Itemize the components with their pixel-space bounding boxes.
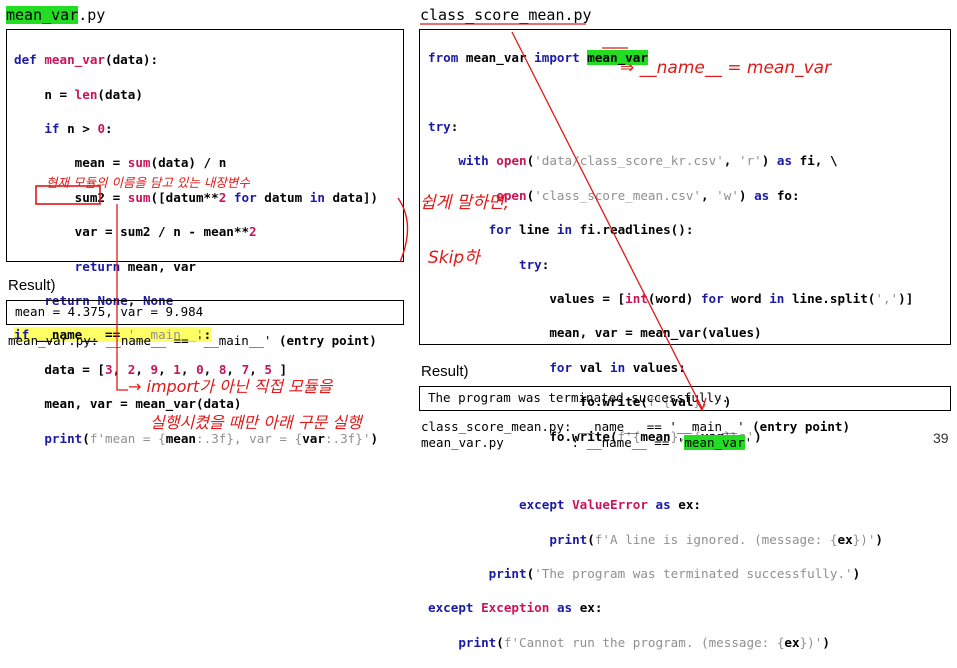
annotation-skip: Skip하: [428, 248, 480, 268]
left-result-box: mean = 4.375, var = 9.984: [6, 300, 404, 325]
annotation-current-module: 현재 모듈의 이름을 담고 있는 내장변수: [46, 175, 250, 190]
right-result-box: The program was terminated successfully.: [419, 386, 951, 411]
left-result-label: Result): [8, 277, 56, 294]
right-result-label: Result): [421, 363, 469, 380]
annotation-simply-put: 쉽게 말하면,: [420, 193, 510, 213]
right-code: from mean_var import mean_var try: with …: [428, 50, 914, 650]
right-file-title: class_score_mean.py: [420, 6, 592, 24]
right-entry-note-1: class_score_mean.py: __name__ == '__main…: [421, 419, 850, 434]
left-entry-note: mean_var.py: __name__ == '__main__' (ent…: [8, 333, 377, 348]
left-file-title: mean_var.py: [6, 6, 105, 24]
left-file-title-ext: .py: [78, 6, 106, 24]
annotation-import-line2: 실행시켰을 때만 아래 구문 실행: [150, 413, 362, 432]
annotation-name-equals: ⇒ __name__ = mean_var: [620, 58, 832, 78]
right-entry-note-2: mean_var.py : __name__ == 'mean_var': [421, 435, 753, 450]
left-file-title-highlight: mean_var: [6, 6, 79, 24]
annotation-import-line1: → import가 아닌 직접 모듈을: [128, 377, 333, 396]
page-number: 39: [933, 430, 949, 446]
left-code: def mean_var(data): n = len(data) if n >…: [14, 52, 379, 446]
